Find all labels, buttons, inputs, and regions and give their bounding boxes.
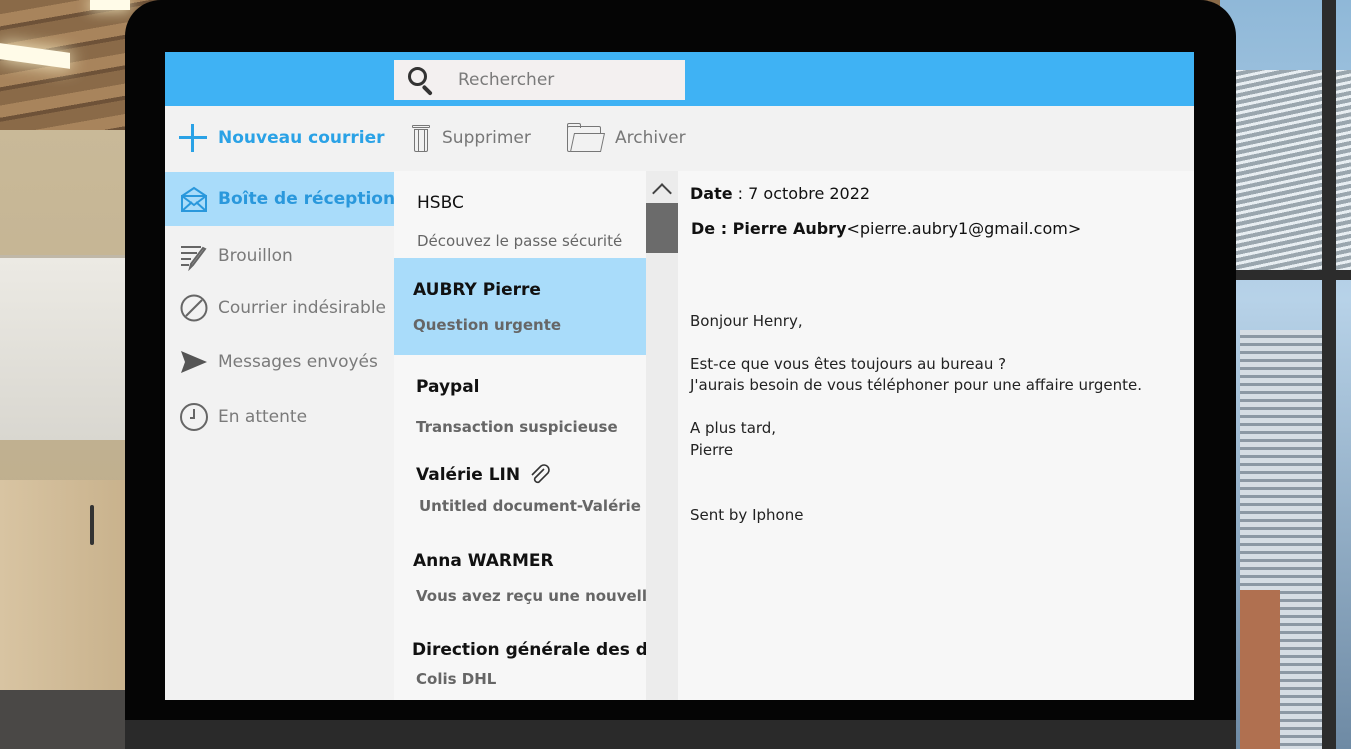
message-sender: Paypal	[416, 377, 480, 397]
delete-button[interactable]: Supprimer	[412, 118, 531, 158]
whiteboard	[0, 255, 140, 440]
message-list: HSBC Découvez le passe sécurité AUBRY Pi…	[394, 171, 646, 700]
inbox-icon	[179, 184, 209, 214]
sidebar-item-sent[interactable]: Messages envoyés	[165, 335, 394, 389]
email-from-address: <pierre.aubry1@gmail.com>	[846, 219, 1082, 238]
archive-button[interactable]: Archiver	[567, 118, 686, 158]
message-subject: Colis DHL	[416, 670, 497, 688]
city-building	[1240, 590, 1280, 749]
sidebar-item-inbox[interactable]: Boîte de réception	[165, 172, 396, 226]
email-date-value: : 7 octobre 2022	[737, 184, 871, 203]
toolbar: Nouveau courrier Supprimer Archiver	[165, 106, 1194, 171]
list-item[interactable]: HSBC Découvez le passe sécurité	[394, 171, 646, 257]
trash-icon	[412, 123, 430, 153]
draft-icon	[179, 241, 209, 272]
message-subject: Vous avez reçu une nouvelle	[416, 587, 646, 605]
message-sender-name: Valérie LIN	[416, 465, 521, 485]
mail-app: Nouveau courrier Supprimer Archiver Boît…	[165, 52, 1194, 700]
sidebar-item-spam[interactable]: Courrier indésirable	[165, 281, 394, 335]
sidebar: Boîte de réception Brouillon Courrier in…	[165, 171, 396, 700]
email-signature: Sent by Iphone	[690, 506, 804, 524]
sent-icon	[179, 347, 209, 377]
scroll-up-arrow-icon[interactable]	[646, 177, 678, 201]
top-bar	[165, 52, 1194, 106]
message-sender: Valérie LIN	[416, 463, 552, 487]
message-list-scrollbar[interactable]	[646, 171, 678, 700]
cabinet-handle	[90, 505, 94, 545]
email-date-label: Date	[690, 184, 733, 203]
sidebar-item-label: En attente	[218, 407, 308, 427]
message-sender: AUBRY Pierre	[413, 280, 541, 300]
message-subject: Transaction suspicieuse	[416, 418, 618, 436]
window-frame	[1322, 0, 1336, 749]
message-sender: Direction générale des dou	[412, 640, 646, 660]
clock-icon	[179, 402, 209, 432]
new-mail-button[interactable]: Nouveau courrier	[179, 120, 384, 156]
sidebar-item-label: Messages envoyés	[218, 352, 378, 372]
email-body-line: Bonjour Henry,	[690, 312, 803, 330]
archive-label: Archiver	[615, 128, 686, 148]
scroll-thumb[interactable]	[646, 203, 678, 253]
email-from: De : Pierre Aubry<pierre.aubry1@gmail.co…	[691, 219, 1081, 238]
ceiling-light	[90, 0, 130, 10]
sidebar-item-label: Brouillon	[218, 246, 293, 266]
email-from-label: De : Pierre Aubry	[691, 219, 847, 238]
list-item[interactable]: Paypal Transaction suspicieuse	[394, 357, 646, 441]
list-item[interactable]: Valérie LIN Untitled document-Valérie LI	[394, 443, 646, 527]
plus-icon	[179, 124, 207, 152]
message-subject: Découvez le passe sécurité	[417, 232, 623, 250]
search-box[interactable]	[394, 60, 685, 100]
window-frame	[1232, 270, 1351, 280]
search-icon[interactable]	[406, 65, 436, 96]
message-sender: HSBC	[417, 193, 464, 213]
list-item-selected[interactable]: AUBRY Pierre Question urgente	[394, 258, 646, 355]
delete-label: Supprimer	[442, 128, 531, 148]
spam-icon	[179, 293, 209, 323]
search-input[interactable]	[458, 70, 658, 90]
sidebar-item-label: Boîte de réception	[218, 189, 396, 209]
email-body-line: Est-ce que vous êtes toujours au bureau …	[690, 355, 1007, 373]
sidebar-item-drafts[interactable]: Brouillon	[165, 229, 394, 283]
message-sender: Anna WARMER	[413, 551, 554, 571]
sidebar-item-label: Courrier indésirable	[218, 298, 387, 318]
new-mail-label: Nouveau courrier	[218, 128, 385, 148]
list-item[interactable]: Direction générale des dou Colis DHL	[394, 621, 646, 700]
sidebar-item-pending[interactable]: En attente	[165, 390, 394, 444]
email-date: Date : 7 octobre 2022	[690, 184, 870, 203]
email-body-line: A plus tard,	[690, 419, 777, 437]
email-body-line: Pierre	[690, 441, 734, 459]
folder-icon	[567, 123, 606, 153]
laptop-base	[125, 720, 1236, 749]
list-item[interactable]: Anna WARMER Vous avez reçu une nouvelle	[394, 531, 646, 617]
attachment-icon	[531, 464, 550, 484]
message-subject: Untitled document-Valérie LI	[419, 497, 646, 515]
office-floor	[0, 690, 140, 749]
reading-pane: Date : 7 octobre 2022 De : Pierre Aubry<…	[678, 171, 1194, 700]
message-subject: Question urgente	[413, 316, 562, 334]
email-body-line: J'aurais besoin de vous téléphoner pour …	[690, 376, 1142, 394]
